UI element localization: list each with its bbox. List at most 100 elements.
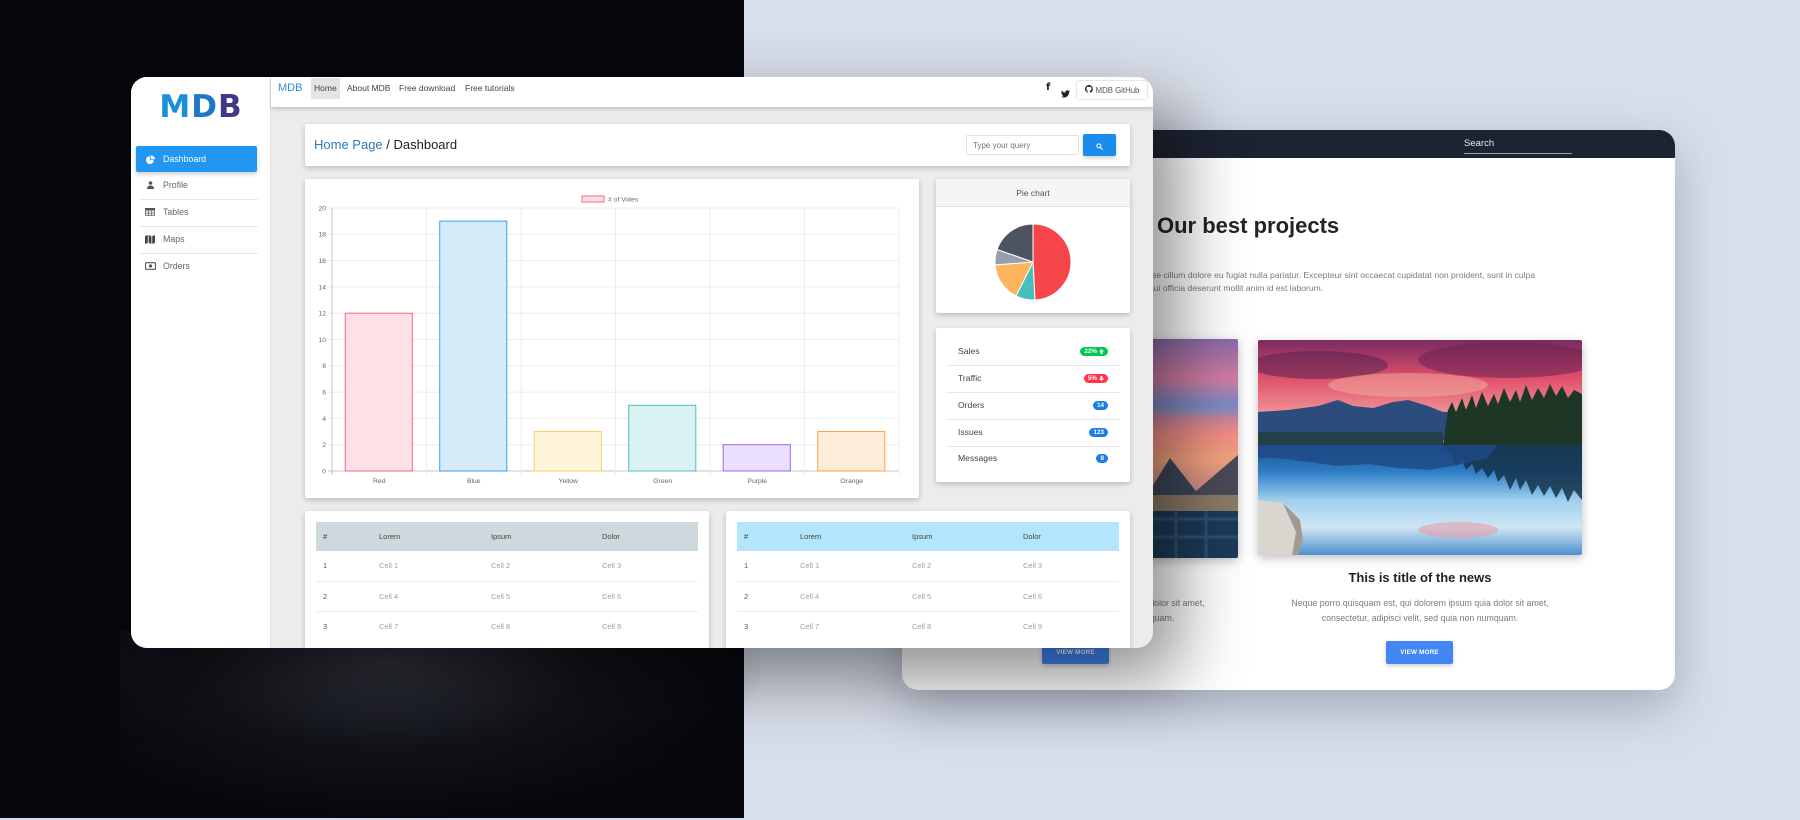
sidebar-item-maps[interactable]: Maps xyxy=(136,226,257,252)
github-button[interactable]: MDB GitHub xyxy=(1076,80,1148,100)
bar-purple xyxy=(722,444,791,472)
stat-row-sales[interactable]: Sales 22% xyxy=(946,338,1120,365)
data-table: # Lorem Ipsum Dolor 1 Cell 1 Cell 2 Cell… xyxy=(737,522,1119,641)
legend-swatch xyxy=(581,195,605,203)
table-cell: 1 xyxy=(323,561,328,571)
project-card-title: This is title of the news xyxy=(1348,570,1492,585)
table-card: # Lorem Ipsum Dolor 1 Cell 1 Cell 2 Cell… xyxy=(305,511,709,648)
data-table: # Lorem Ipsum Dolor 1 Cell 1 Cell 2 Cell… xyxy=(316,522,698,641)
stat-badge: 8 xyxy=(1096,454,1108,463)
nav-link-about[interactable]: About MDB xyxy=(344,78,393,99)
navbar-brand[interactable]: MDB xyxy=(278,81,302,95)
y-tick-label: 8 xyxy=(322,363,326,370)
breadcrumb-home-link[interactable]: Home Page xyxy=(314,137,383,152)
table-row: 3 Cell 7 Cell 8 Cell 9 xyxy=(316,610,698,641)
table-cell: Cell 6 xyxy=(1016,580,1119,611)
top-navbar: MDB Home About MDB Free download Free tu… xyxy=(271,77,1153,107)
nav-link-free-tutorials[interactable]: Free tutorials xyxy=(462,78,518,99)
column-header: Dolor xyxy=(1023,532,1041,541)
table-cell: Cell 6 xyxy=(595,580,698,611)
stat-row-orders[interactable]: Orders 14 xyxy=(946,392,1120,419)
badge-value: 22% xyxy=(1084,348,1097,355)
legend-label: # of Votes xyxy=(608,197,639,204)
sidebar: MDB Dashboard Profile Tables Maps Orders xyxy=(131,77,271,648)
table-cell: 1 xyxy=(744,561,749,571)
table-row: 2 Cell 4 Cell 5 Cell 6 xyxy=(737,580,1119,611)
arrow-down-icon xyxy=(1099,376,1104,381)
y-tick-label: 6 xyxy=(322,390,326,397)
table-cell: 2 xyxy=(737,580,793,611)
sidebar-item-orders[interactable]: Orders xyxy=(136,253,257,279)
table-row: 2 Cell 4 Cell 5 Cell 6 xyxy=(316,580,698,611)
table-header-row: # Lorem Ipsum Dolor xyxy=(316,522,698,551)
table-row: 3 Cell 7 Cell 8 Cell 9 xyxy=(737,610,1119,641)
table-cell: Cell 5 xyxy=(905,580,1016,611)
stat-label: Issues xyxy=(958,427,983,437)
table-header-row: # Lorem Ipsum Dolor xyxy=(737,522,1119,551)
mdb-logo[interactable]: MDB xyxy=(131,90,271,124)
column-header: Ipsum xyxy=(912,532,933,541)
pie-slice xyxy=(1032,223,1072,301)
table-cell: Cell 5 xyxy=(484,580,595,611)
table-cell: Cell 4 xyxy=(372,580,484,611)
sidebar-item-profile[interactable]: Profile xyxy=(136,172,257,198)
table-cell: 3 xyxy=(316,610,372,641)
github-icon xyxy=(1084,85,1093,95)
twitter-icon[interactable] xyxy=(1061,85,1070,103)
breadcrumb-separator: / xyxy=(382,137,394,152)
table-cell: Cell 7 xyxy=(372,610,484,641)
table-cell: Cell 9 xyxy=(595,610,698,641)
table-cell: Cell 2 xyxy=(912,561,932,571)
stats-card: Sales 22% Traffic 5% Orders 14 Issues 12… xyxy=(936,328,1130,482)
sidebar-item-label: Dashboard xyxy=(163,154,207,164)
y-tick-label: 4 xyxy=(322,416,326,423)
github-button-label: MDB GitHub xyxy=(1095,85,1140,95)
sidebar-item-label: Profile xyxy=(163,180,188,190)
table-icon xyxy=(143,208,157,216)
y-tick-label: 0 xyxy=(322,468,326,475)
search-icon xyxy=(1096,138,1103,153)
nav-link-free-download[interactable]: Free download xyxy=(396,78,458,99)
sidebar-item-dashboard[interactable]: Dashboard xyxy=(136,146,257,172)
stat-label: Messages xyxy=(958,453,998,463)
facebook-icon[interactable]: f xyxy=(1046,82,1050,94)
view-more-button[interactable]: VIEW MORE xyxy=(1386,641,1453,664)
column-header: Ipsum xyxy=(491,532,512,541)
pie-chart-icon xyxy=(143,154,157,164)
project-image-lake xyxy=(1258,340,1582,555)
stat-label: Orders xyxy=(958,400,985,410)
nav-link-home[interactable]: Home xyxy=(311,78,340,99)
y-tick-label: 10 xyxy=(318,337,326,344)
user-icon xyxy=(143,181,157,189)
x-tick-label: Green xyxy=(653,478,672,485)
table-cell: Cell 3 xyxy=(602,561,622,571)
dashboard-window: MDB Dashboard Profile Tables Maps Orders… xyxy=(131,77,1153,648)
stat-row-messages[interactable]: Messages 8 xyxy=(946,445,1120,472)
table-cell: Cell 3 xyxy=(1023,561,1043,571)
sidebar-item-tables[interactable]: Tables xyxy=(136,199,257,225)
logo-letter: B xyxy=(217,89,243,125)
x-tick-label: Orange xyxy=(840,478,863,485)
project-card-text: Neque porro quisquam est, qui dolorem ip… xyxy=(1291,598,1549,608)
query-input[interactable] xyxy=(966,135,1079,155)
stat-badge: 22% xyxy=(1080,347,1108,356)
y-tick-label: 2 xyxy=(322,442,326,449)
stat-label: Traffic xyxy=(958,373,982,383)
bar-blue xyxy=(439,220,508,472)
breadcrumb-current: Dashboard xyxy=(393,137,458,152)
table-cell: 3 xyxy=(737,610,793,641)
bar-red xyxy=(344,312,413,472)
stat-row-issues[interactable]: Issues 123 xyxy=(946,419,1120,446)
y-tick-label: 12 xyxy=(318,311,326,318)
logo-letter: D xyxy=(191,89,218,125)
x-tick-label: Yellow xyxy=(559,478,578,485)
column-header: Dolor xyxy=(602,532,620,541)
table-cell: Cell 1 xyxy=(800,561,820,571)
stat-row-traffic[interactable]: Traffic 5% xyxy=(946,365,1120,392)
search-button[interactable] xyxy=(1083,134,1116,156)
stat-badge: 14 xyxy=(1092,401,1108,410)
table-cell: Cell 8 xyxy=(484,610,595,641)
arrow-up-icon xyxy=(1099,349,1104,354)
bar-yellow xyxy=(533,431,602,472)
y-tick-label: 18 xyxy=(318,232,326,239)
